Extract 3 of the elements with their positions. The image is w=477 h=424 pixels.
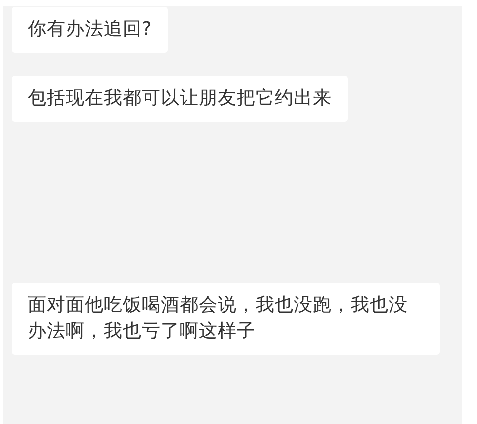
message-bubble: 面对面他吃饭喝酒都会说，我也没跑，我也没办法啊，我也亏了啊这样子	[12, 283, 440, 355]
message-bubble: 包括现在我都可以让朋友把它约出来	[12, 76, 348, 122]
message-bubble: 你有办法追回?	[12, 7, 168, 53]
